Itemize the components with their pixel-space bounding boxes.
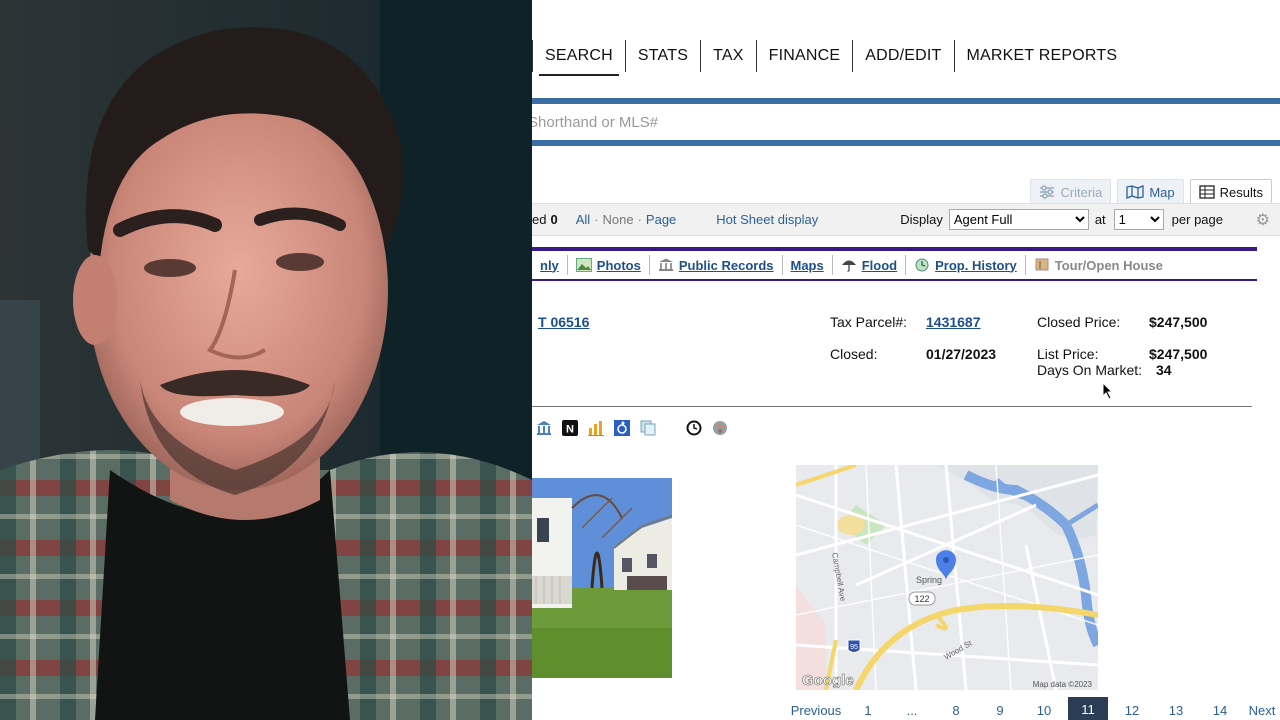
tab-map-label: Map (1149, 184, 1175, 200)
display-label: Display (900, 212, 943, 227)
tab-flood-label: Flood (861, 257, 898, 273)
tab-only[interactable]: nly (532, 255, 568, 275)
bar-chart-icon[interactable] (588, 420, 604, 436)
pager-page-1[interactable]: 1 (846, 703, 890, 718)
nav-search[interactable]: SEARCH (532, 40, 626, 76)
nav-stats[interactable]: STATS (626, 40, 702, 72)
tab-prop-history-label: Prop. History (935, 257, 1017, 273)
google-logo: Google (802, 672, 854, 689)
pagination: Previous 1 ... 8 9 10 11 12 13 14 Next (786, 697, 1280, 720)
map-label-spring: Spring (916, 575, 942, 585)
map-route-badge: 122 (914, 594, 929, 604)
days-on-market-value: 34 (1156, 362, 1172, 378)
mouse-cursor-icon (1102, 382, 1114, 400)
listing-summary: T 06516 Tax Parcel#: 1431687 Closed Pric… (532, 312, 1252, 407)
nav-add-edit[interactable]: ADD/EDIT (853, 40, 955, 72)
tab-public-records-label: Public Records (678, 257, 774, 273)
main-nav: SEARCH STATS TAX FINANCE ADD/EDIT MARKET… (532, 40, 1130, 76)
tab-tour-open-house-label: Tour/Open House (1054, 257, 1163, 273)
hot-sheet-display-link[interactable]: Hot Sheet display (716, 212, 818, 227)
per-page-label: per page (1171, 212, 1223, 227)
select-page-link[interactable]: Page (646, 212, 676, 227)
select-none-link[interactable]: None (603, 212, 634, 227)
svg-text:N: N (566, 424, 574, 436)
listing-location-map[interactable]: Spring 122 95 Campbell Ave Wood St Googl… (796, 465, 1098, 690)
umbrella-icon (841, 260, 856, 272)
gear-icon[interactable]: ⚙ (1256, 210, 1270, 230)
per-page-select[interactable]: 1 (1113, 209, 1164, 230)
tax-parcel-label: Tax Parcel#: (830, 314, 908, 330)
nav-tax[interactable]: TAX (701, 40, 757, 72)
tab-flood[interactable]: Flood (833, 255, 907, 275)
tab-map[interactable]: Map (1117, 179, 1184, 204)
listing-action-icons: N (536, 420, 728, 436)
pager-next[interactable]: Next (1242, 703, 1280, 718)
shorthand-search-input[interactable] (532, 104, 1276, 140)
tab-criteria[interactable]: Criteria (1030, 179, 1112, 204)
view-tabs: Criteria Map Results (1030, 179, 1272, 204)
building-icon (658, 258, 673, 271)
map-attribution: Map data ©2023 (1033, 680, 1093, 689)
pager-ellipsis: ... (906, 702, 918, 718)
listing-photo[interactable] (532, 478, 672, 678)
pager-previous[interactable]: Previous (786, 703, 846, 718)
closed-price-value: $247,500 (1149, 314, 1208, 330)
list-price-label: List Price: (1037, 346, 1099, 362)
tab-maps[interactable]: Maps (783, 255, 833, 275)
pager-page-12[interactable]: 12 (1110, 703, 1154, 718)
tab-results[interactable]: Results (1189, 179, 1272, 204)
copy-icon[interactable] (640, 420, 656, 436)
pager-page-9[interactable]: 9 (978, 703, 1022, 718)
screen-capture: SEARCH STATS TAX FINANCE ADD/EDIT MARKET… (532, 0, 1280, 720)
nav-market-reports[interactable]: MARKET REPORTS (955, 40, 1130, 72)
map-interstate-badge: 95 (850, 644, 858, 651)
globe-icon[interactable] (712, 420, 728, 436)
tab-criteria-label: Criteria (1060, 184, 1103, 200)
listing-link-tabs: nly Photos Public Records Maps Flood Pro… (532, 247, 1257, 281)
pager-page-8[interactable]: 8 (934, 703, 978, 718)
closed-price-label: Closed Price: (1037, 314, 1121, 330)
sign-icon (1035, 258, 1049, 271)
table-icon (1198, 185, 1215, 199)
days-on-market-label: Days On Market: (1037, 362, 1143, 378)
selected-label: ed (532, 212, 547, 227)
tab-tour-open-house[interactable]: Tour/Open House (1026, 255, 1171, 275)
select-all-link[interactable]: All (576, 212, 590, 227)
pager-page-13[interactable]: 13 (1154, 703, 1198, 718)
results-toolbar: ed 0 All · None · Page Hot Sheet display Disp… (532, 203, 1280, 236)
bank-icon[interactable] (536, 420, 552, 436)
pager-page-14[interactable]: 14 (1198, 703, 1242, 718)
at-label: at (1094, 212, 1106, 227)
house-photo-image (532, 478, 672, 678)
presenter-video (0, 0, 532, 720)
tab-photos[interactable]: Photos (568, 255, 650, 275)
listing-address-link[interactable]: T 06516 (538, 314, 589, 330)
tab-prop-history[interactable]: Prop. History (906, 255, 1026, 275)
quick-search-bar (532, 98, 1280, 146)
sliders-icon (1040, 185, 1055, 199)
pager-page-10[interactable]: 10 (1022, 703, 1066, 718)
tab-results-label: Results (1219, 184, 1263, 200)
notes-icon[interactable]: N (562, 420, 578, 436)
closed-date-value: 01/27/2023 (926, 346, 997, 362)
selection-links: All · None · Page (575, 212, 677, 227)
display-format-select[interactable]: Agent Full (948, 209, 1089, 230)
history-clock-icon (915, 258, 929, 272)
map-icon (1126, 185, 1144, 199)
list-price-value: $247,500 (1149, 346, 1208, 362)
webcam-feed (0, 0, 532, 720)
selected-count-value: 0 (550, 212, 558, 227)
photo-icon (575, 258, 592, 272)
pager-page-current[interactable]: 11 (1068, 697, 1108, 720)
selected-count: ed 0 (532, 212, 558, 227)
tab-public-records[interactable]: Public Records (650, 255, 783, 275)
tab-photos-label: Photos (596, 257, 641, 273)
refresh-clock-icon[interactable] (686, 420, 702, 436)
tax-parcel-link[interactable]: 1431687 (926, 314, 981, 330)
nav-finance[interactable]: FINANCE (757, 40, 854, 72)
handicap-icon[interactable] (614, 420, 630, 436)
closed-date-label: Closed: (830, 346, 878, 362)
map-image: Spring 122 95 Campbell Ave Wood St Googl… (796, 465, 1098, 690)
